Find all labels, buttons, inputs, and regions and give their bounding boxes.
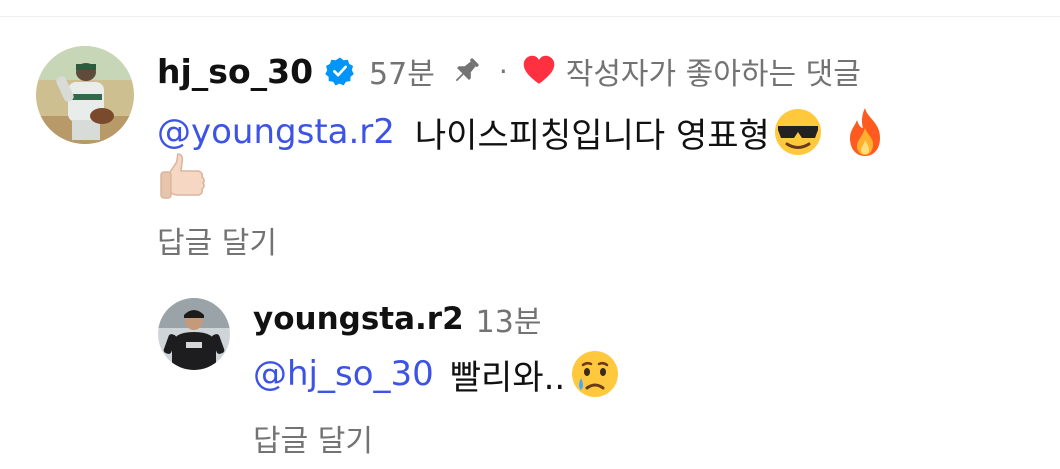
reply-timestamp[interactable]: 13분 <box>476 297 542 341</box>
comment-timestamp[interactable]: 57분 <box>369 49 435 93</box>
reply-username[interactable]: youngsta.r2 <box>253 301 464 337</box>
thumbs-up-emoji-icon <box>160 153 205 199</box>
commenter-avatar[interactable] <box>36 46 134 144</box>
fire-emoji-icon <box>849 108 880 156</box>
comment-text: 나이스피칭입니다 영표형 <box>414 115 770 156</box>
reply-header: youngsta.r2 13분 <box>253 298 541 340</box>
crying-face-emoji-icon <box>572 351 619 397</box>
comment-username[interactable]: hj_so_30 <box>157 52 313 91</box>
reply-reply-link[interactable]: 답글 달기 <box>253 418 373 459</box>
top-divider <box>0 16 1060 17</box>
comment-body: @youngsta.r2 나이스피칭입니다 영표형 <box>157 108 888 156</box>
comment-reply-link[interactable]: 답글 달기 <box>157 220 277 261</box>
comment-header: hj_so_30 57분 · 작성자가 좋아하는 댓글 <box>157 48 861 94</box>
heart-icon <box>523 55 555 84</box>
separator-dot: · <box>498 54 508 88</box>
liked-by-author-label: 작성자가 좋아하는 댓글 <box>565 57 861 92</box>
reply-text: 빨리와.. <box>449 357 566 398</box>
avatar-photo <box>158 298 230 370</box>
avatar-photo <box>36 46 134 144</box>
reply-mention-link[interactable]: @hj_so_30 <box>253 354 434 394</box>
comment-mention-link[interactable]: @youngsta.r2 <box>157 112 395 152</box>
sunglasses-emoji-icon <box>774 109 821 155</box>
pin-icon <box>455 58 479 82</box>
replier-avatar[interactable] <box>158 298 230 370</box>
reply-body: @hj_so_30 빨리와.. <box>253 350 621 398</box>
verified-badge-icon <box>325 57 354 86</box>
